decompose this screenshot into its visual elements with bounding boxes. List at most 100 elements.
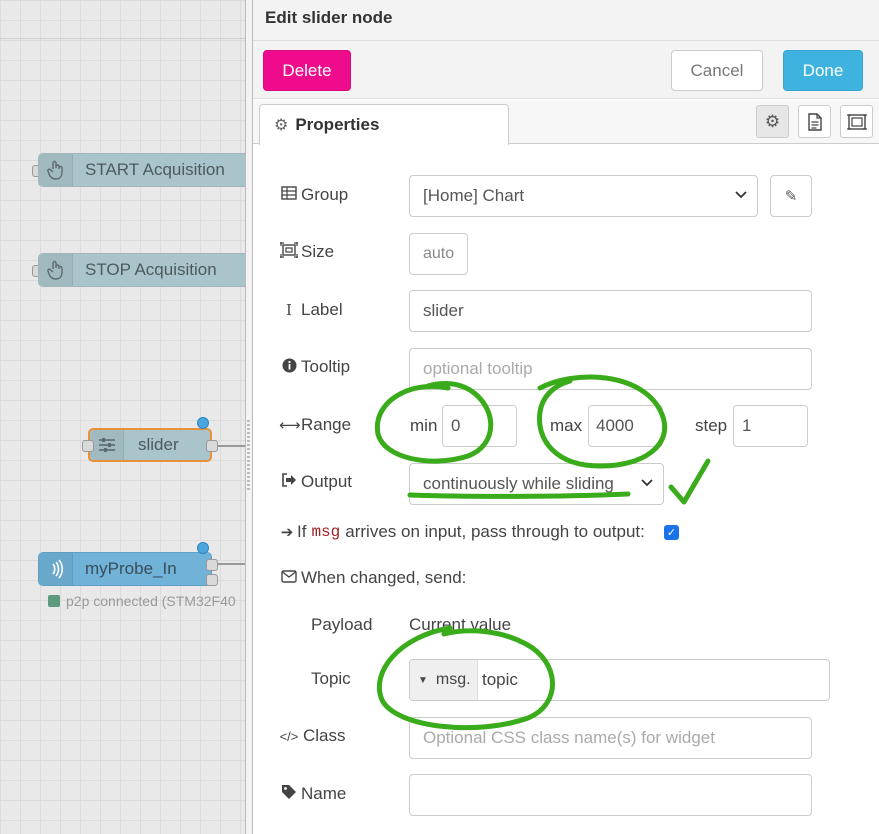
tooltip-input[interactable]: optional tooltip xyxy=(409,348,812,390)
node-status-text: p2p connected (STM32F40 xyxy=(66,593,236,609)
slider-output-port[interactable] xyxy=(206,440,218,452)
probe-output-port-1[interactable] xyxy=(206,559,218,571)
output-select[interactable]: continuously while sliding xyxy=(409,463,664,505)
document-icon xyxy=(807,112,822,131)
chevron-down-icon xyxy=(641,476,653,490)
chevron-down-icon xyxy=(735,188,747,202)
hand-pointer-icon xyxy=(39,154,73,186)
topic-type-label: msg. xyxy=(435,671,471,688)
min-label: min xyxy=(410,416,438,435)
size-label: Size xyxy=(279,242,334,262)
label-label: I Label xyxy=(279,300,343,320)
min-input[interactable]: 0 xyxy=(442,405,517,447)
status-dot xyxy=(48,595,60,607)
name-label: Name xyxy=(279,784,346,804)
caret-down-icon: ▼ xyxy=(418,674,428,686)
passthrough-prefix: If xyxy=(297,522,307,541)
grip-icon[interactable] xyxy=(247,420,250,490)
name-label-text: Name xyxy=(301,784,347,803)
node-stop-acquisition[interactable]: STOP Acquisition xyxy=(38,253,252,287)
pencil-icon: ✎ xyxy=(784,188,798,205)
node-start-acquisition[interactable]: START Acquisition xyxy=(38,153,252,187)
description-tab-icon[interactable] xyxy=(798,105,831,138)
passthrough-row: ➔ If msg arrives on input, pass through … xyxy=(279,522,645,542)
tooltip-label-text: Tooltip xyxy=(301,357,351,376)
class-input[interactable]: Optional CSS class name(s) for widget xyxy=(409,717,812,759)
passthrough-suffix: arrives on input, pass through to output… xyxy=(345,522,645,541)
max-input[interactable]: 4000 xyxy=(588,405,663,447)
node-label: STOP Acquisition xyxy=(85,260,217,279)
table-icon xyxy=(279,186,299,204)
payload-label: Payload xyxy=(311,615,373,634)
arrow-right-icon: ➔ xyxy=(280,524,294,541)
when-changed-label: When changed, send: xyxy=(279,568,466,588)
group-label: Group xyxy=(279,185,348,205)
resize-icon xyxy=(279,242,299,262)
info-circle-icon xyxy=(279,358,299,377)
name-input[interactable] xyxy=(409,774,812,816)
cancel-button[interactable]: Cancel xyxy=(671,50,763,91)
probe-output-port-2[interactable] xyxy=(206,574,218,586)
output-label: Output xyxy=(279,472,352,492)
group-label-text: Group xyxy=(301,185,349,204)
group-select-value: [Home] Chart xyxy=(423,186,525,205)
tray-header: Edit slider node Delete Cancel Done xyxy=(253,0,879,99)
topic-typed-input[interactable]: ▼ msg. topic xyxy=(409,659,830,701)
divider xyxy=(253,40,879,41)
tray-title: Edit slider node xyxy=(265,8,393,27)
slider-input-port[interactable] xyxy=(82,440,94,452)
topic-value[interactable]: topic xyxy=(482,670,518,690)
range-label-text: Range xyxy=(301,415,352,434)
size-label-text: Size xyxy=(301,242,335,261)
passthrough-code: msg xyxy=(311,523,341,541)
changed-indicator xyxy=(197,417,209,429)
envelope-icon xyxy=(279,569,299,587)
tooltip-label: Tooltip xyxy=(279,357,350,377)
node-label: myProbe_In xyxy=(85,559,177,578)
delete-button[interactable]: Delete xyxy=(263,50,351,91)
node-label: START Acquisition xyxy=(85,160,225,179)
label-label-text: Label xyxy=(301,300,343,319)
done-button[interactable]: Done xyxy=(783,50,863,91)
max-label: max xyxy=(550,416,583,435)
sliders-icon xyxy=(90,430,124,460)
label-input[interactable]: slider xyxy=(409,290,812,332)
tab-label: Properties xyxy=(295,115,380,134)
node-slider[interactable]: slider xyxy=(88,428,212,462)
tray-resize-handle[interactable] xyxy=(245,0,252,834)
range-label: ⟷ Range xyxy=(279,415,351,435)
step-label: step xyxy=(695,416,728,435)
class-label-text: Class xyxy=(303,726,346,745)
arrows-horizontal-icon: ⟷ xyxy=(279,417,301,434)
topic-type-button[interactable]: ▼ msg. xyxy=(410,660,478,700)
output-select-value: continuously while sliding xyxy=(423,474,614,493)
gear-icon: ⚙ xyxy=(274,117,289,134)
size-button[interactable]: auto xyxy=(409,233,468,275)
appearance-tab-icon[interactable] xyxy=(840,105,873,138)
output-label-text: Output xyxy=(301,472,353,491)
flow-workspace[interactable]: START Acquisition STOP Acquisition slide… xyxy=(0,0,252,834)
when-changed-label-text: When changed, send: xyxy=(301,568,467,587)
node-label: slider xyxy=(138,435,179,454)
tab-bar: ⚙ Properties ⚙ xyxy=(253,100,879,145)
tag-icon xyxy=(279,784,299,804)
group-select[interactable]: [Home] Chart xyxy=(409,175,758,217)
step-input[interactable]: 1 xyxy=(733,405,808,447)
hand-pointer-icon xyxy=(39,254,73,286)
frame-icon xyxy=(846,113,867,130)
workspace-header-line xyxy=(0,38,252,39)
node-myprobe-in[interactable]: myProbe_In xyxy=(38,552,212,586)
tab-properties[interactable]: ⚙ Properties xyxy=(259,104,509,145)
text-cursor-icon: I xyxy=(286,301,292,319)
sign-out-icon xyxy=(279,473,299,491)
topic-label: Topic xyxy=(311,669,351,688)
gear-icon: ⚙ xyxy=(764,111,781,131)
class-label: </> Class xyxy=(279,726,346,746)
code-icon: </> xyxy=(279,728,299,744)
settings-tab-icon[interactable]: ⚙ xyxy=(756,105,789,138)
edit-group-button[interactable]: ✎ xyxy=(770,175,812,217)
passthrough-checkbox[interactable]: ✓ xyxy=(664,525,679,540)
changed-indicator xyxy=(197,542,209,554)
signal-icon xyxy=(39,553,73,585)
payload-value: Current value xyxy=(409,615,512,634)
